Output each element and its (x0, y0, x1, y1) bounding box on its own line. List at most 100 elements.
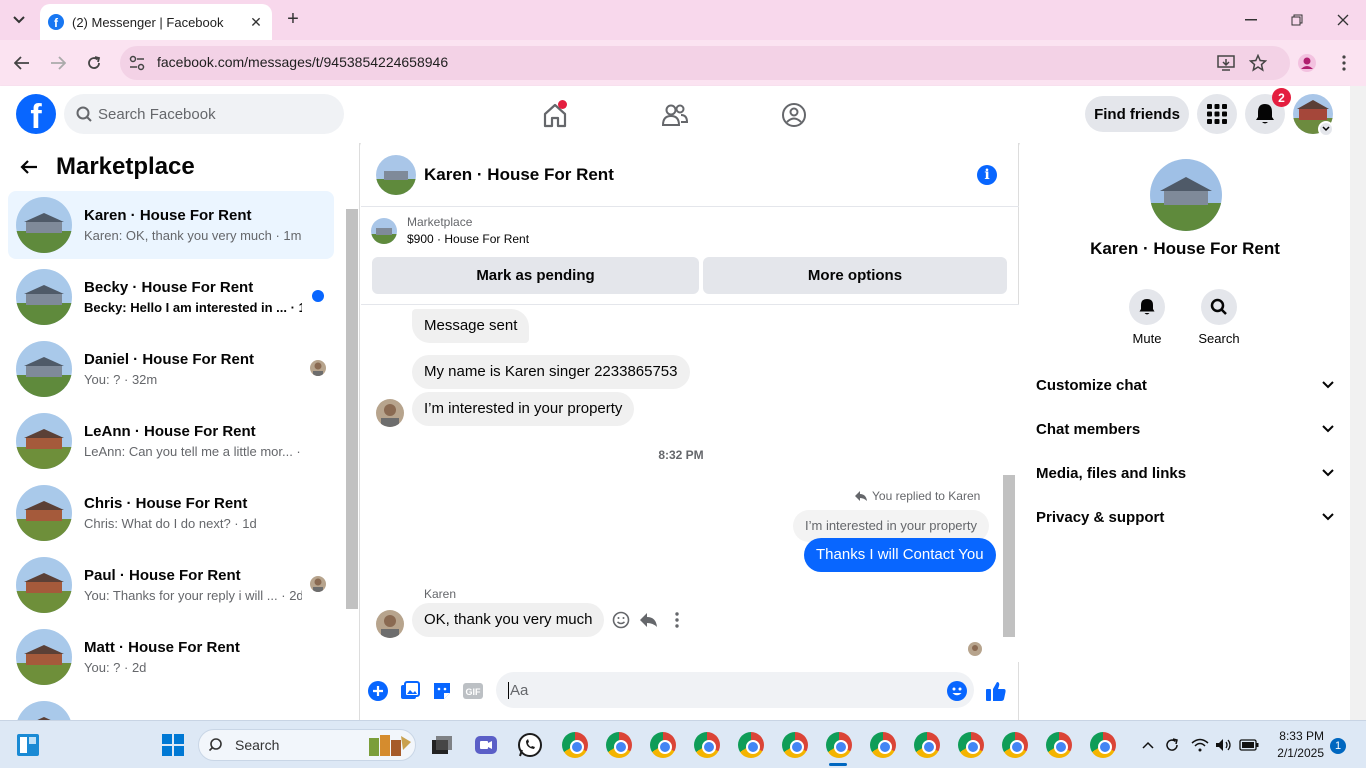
facebook-search-input[interactable]: Search Facebook (64, 94, 344, 134)
react-emoji-icon[interactable] (611, 610, 631, 630)
address-bar[interactable]: facebook.com/messages/t/9453854224658946 (120, 46, 1290, 80)
chrome-app-icon[interactable] (911, 729, 943, 761)
taskbar-clock[interactable]: 8:33 PM 2/1/2025 (1268, 728, 1324, 762)
meet-icon[interactable] (470, 729, 502, 761)
restore-button[interactable] (1274, 0, 1320, 40)
account-caret-icon[interactable] (1318, 121, 1334, 137)
search-chat-button[interactable]: Search (1189, 289, 1249, 346)
new-tab-button[interactable]: + (282, 8, 304, 30)
chrome-app-icon[interactable] (867, 729, 899, 761)
chrome-app-icon[interactable] (559, 729, 591, 761)
find-friends-button[interactable]: Find friends (1085, 96, 1189, 132)
minimize-button[interactable] (1228, 0, 1274, 40)
battery-icon[interactable] (1239, 735, 1259, 755)
back-arrow-button[interactable] (20, 159, 46, 175)
notification-center-badge[interactable]: 1 (1330, 738, 1346, 754)
chrome-app-icon[interactable] (999, 729, 1031, 761)
chrome-app-icon[interactable] (779, 729, 811, 761)
forward-button[interactable] (45, 50, 71, 76)
install-app-icon[interactable] (1216, 53, 1236, 73)
volume-icon[interactable] (1214, 735, 1234, 755)
contact-avatar[interactable] (1150, 159, 1222, 231)
facebook-logo[interactable]: f (16, 94, 56, 134)
back-button[interactable] (9, 50, 35, 76)
listing-summary[interactable]: Marketplace $900 · House For Rent (371, 215, 529, 246)
conversation-item[interactable]: LeAnn · House For Rent LeAnn: Can you tel… (8, 407, 334, 475)
conversation-item[interactable]: Charlie · House For Rent (8, 695, 334, 720)
photo-icon[interactable] (399, 680, 421, 702)
chrome-app-icon[interactable] (691, 729, 723, 761)
tab-list-button[interactable] (6, 8, 32, 32)
widgets-icon[interactable] (12, 729, 44, 761)
reload-button[interactable] (81, 50, 107, 76)
chrome-app-icon[interactable] (603, 729, 635, 761)
info-icon[interactable]: i (977, 165, 997, 185)
logo-letter: f (30, 98, 42, 134)
conversation-item[interactable]: Chris · House For Rent Chris: What do I d… (8, 479, 334, 547)
site-settings-icon[interactable] (128, 54, 146, 72)
menu-button[interactable] (1197, 94, 1237, 134)
chrome-app-icon[interactable] (1043, 729, 1075, 761)
message-bubble-out[interactable]: Thanks I will Contact You (804, 538, 996, 572)
scrollbar-thumb[interactable] (346, 209, 358, 609)
chrome-app-icon[interactable] (647, 729, 679, 761)
media-files-links-section[interactable]: Media, files and links (1028, 451, 1342, 495)
privacy-support-section[interactable]: Privacy & support (1028, 495, 1342, 539)
chevron-up-icon[interactable] (1138, 735, 1158, 755)
customize-chat-section[interactable]: Customize chat (1028, 363, 1342, 407)
profile-icon (1298, 54, 1316, 72)
close-window-button[interactable] (1320, 0, 1366, 40)
close-tab-icon[interactable]: ✕ (248, 14, 264, 31)
chrome-app-icon[interactable] (955, 729, 987, 761)
karen-avatar[interactable] (376, 399, 404, 427)
groups-nav-button[interactable] (764, 96, 824, 134)
plus-icon[interactable] (367, 680, 389, 702)
conversation-name: Becky · House For Rent (84, 279, 254, 296)
profile-button[interactable] (1294, 50, 1320, 76)
like-thumb-icon[interactable] (985, 680, 1007, 702)
sync-icon[interactable] (1162, 735, 1182, 755)
mark-as-pending-button[interactable]: Mark as pending (372, 257, 699, 294)
taskbar-search[interactable]: Search (198, 729, 416, 761)
scrollbar-thumb[interactable] (1003, 475, 1015, 637)
more-options-button[interactable]: More options (703, 257, 1007, 294)
chat-title[interactable]: Karen · House For Rent (424, 165, 614, 185)
notifications-button[interactable]: 2 (1245, 88, 1291, 134)
message-bubble-in[interactable]: Message sent (412, 309, 530, 343)
message-scrollbar[interactable] (1001, 305, 1017, 655)
browser-menu-button[interactable] (1331, 50, 1357, 76)
message-bubble-in[interactable]: My name is Karen singer 2233865753 (412, 355, 690, 389)
conversation-item[interactable]: Matt · House For Rent You: ? · 2d (8, 623, 334, 691)
conversation-item[interactable]: Paul · House For Rent You: Thanks for you… (8, 551, 334, 619)
chat-members-section[interactable]: Chat members (1028, 407, 1342, 451)
bookmark-star-icon[interactable] (1248, 53, 1268, 73)
karen-avatar[interactable] (376, 610, 404, 638)
wifi-icon[interactable] (1190, 735, 1210, 755)
gif-icon[interactable]: GIF (462, 680, 484, 702)
mute-button[interactable]: Mute (1117, 289, 1177, 346)
task-view-icon[interactable] (425, 729, 457, 761)
reply-icon[interactable] (639, 610, 659, 630)
conversation-item[interactable]: Becky · House For Rent Becky: Hello I am … (8, 263, 334, 331)
conversation-item[interactable]: Karen · House For Rent Karen: OK, thank y… (8, 191, 334, 259)
browser-tab[interactable]: f (2) Messenger | Facebook ✕ (40, 4, 272, 40)
emoji-icon[interactable] (946, 680, 968, 702)
search-icon (1201, 289, 1237, 325)
friends-nav-button[interactable] (645, 96, 705, 134)
left-scrollbar[interactable] (344, 191, 359, 720)
message-bubble-in[interactable]: OK, thank you very much (412, 603, 605, 637)
more-actions-icon[interactable] (667, 610, 687, 630)
chrome-app-icon[interactable] (735, 729, 767, 761)
sticker-icon[interactable] (431, 680, 453, 702)
conversation-item[interactable]: Daniel · House For Rent You: ? · 32m (8, 335, 334, 403)
start-windows-icon[interactable] (157, 729, 189, 761)
home-nav-button[interactable] (525, 96, 585, 134)
left-panel-header: Marketplace (0, 143, 344, 191)
chat-avatar[interactable] (376, 154, 416, 195)
page-scrollbar[interactable] (1350, 86, 1366, 720)
message-bubble-in[interactable]: I’m interested in your property (412, 392, 635, 426)
message-input[interactable]: Aa (496, 672, 974, 708)
chrome-app-icon-active[interactable] (823, 729, 855, 761)
chrome-app-icon[interactable] (1087, 729, 1119, 761)
whatsapp-icon[interactable] (514, 729, 546, 761)
